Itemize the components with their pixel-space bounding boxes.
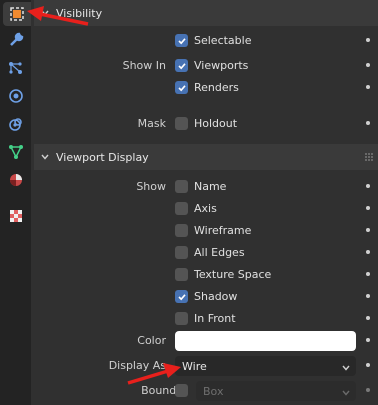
chevron-down-icon [341,387,351,400]
chevron-down-icon [341,362,351,375]
animate-property-dot[interactable] [366,388,370,392]
wireframe-label: Wireframe [194,224,252,237]
animate-property-dot[interactable] [366,206,370,210]
animate-property-dot[interactable] [366,85,370,89]
show-in-label: Show In [122,59,166,72]
renders-checkbox[interactable] [175,81,188,94]
animate-property-dot[interactable] [366,250,370,254]
chevron-down-icon [34,144,56,170]
tab-texture[interactable] [3,204,29,228]
show-all-edges-row: All Edges [34,243,378,263]
display-as-row: Display As Wire [34,356,378,376]
animate-property-dot[interactable] [366,338,370,342]
drag-grip-icon[interactable] [364,152,374,162]
object-icon [9,6,25,22]
animate-property-dot[interactable] [366,38,370,42]
show-shadow-row: Shadow [34,287,378,307]
shadow-checkbox[interactable] [175,290,188,303]
show-label: Show [136,180,166,193]
animate-property-dot[interactable] [366,316,370,320]
viewport-display-title: Viewport Display [56,150,149,164]
tab-physics[interactable] [3,84,29,108]
tab-modifiers[interactable] [3,28,29,52]
animate-property-dot[interactable] [366,294,370,298]
viewport-display-panel-header[interactable]: Viewport Display [34,144,378,170]
wrench-icon [8,32,24,48]
display-as-label: Display As [108,359,166,372]
holdout-row: Mask Holdout [34,114,378,134]
tab-data[interactable] [3,140,29,164]
renders-label: Renders [194,81,239,94]
show-axis-row: Axis [34,199,378,219]
renders-row: Renders [34,78,378,98]
selectable-row: Selectable [34,31,378,51]
selectable-checkbox[interactable] [175,34,188,47]
display-as-value: Wire [182,359,207,373]
viewports-checkbox[interactable] [175,59,188,72]
visibility-panel-header[interactable]: Visibility [34,0,378,26]
animate-property-dot[interactable] [366,272,370,276]
chevron-down-icon [34,0,56,26]
tab-material[interactable] [3,168,29,192]
visibility-title: Visibility [56,6,103,20]
selectable-label: Selectable [194,34,252,47]
constraints-icon [8,116,24,132]
display-as-dropdown[interactable]: Wire [175,356,356,376]
texture-space-checkbox[interactable] [175,268,188,281]
tab-particles[interactable] [3,56,29,80]
texture-space-label: Texture Space [194,268,272,281]
holdout-label: Holdout [194,117,238,130]
axis-label: Axis [194,202,217,215]
all-edges-checkbox[interactable] [175,246,188,259]
material-icon [8,172,24,188]
particles-icon [8,60,24,76]
animate-property-dot[interactable] [366,184,370,188]
object-properties-panel: Visibility Selectable Show In Viewports … [31,0,378,405]
viewports-label: Viewports [194,59,249,72]
animate-property-dot[interactable] [366,363,370,367]
all-edges-label: All Edges [194,246,245,259]
color-label: Color [137,334,166,347]
bounds-checkbox[interactable] [175,384,188,397]
bounds-type-dropdown[interactable]: Box [196,381,356,401]
color-swatch-field[interactable] [175,331,356,351]
properties-tab-sidebar [0,0,31,405]
animate-property-dot[interactable] [366,228,370,232]
axis-checkbox[interactable] [175,202,188,215]
animate-property-dot[interactable] [366,121,370,125]
animate-property-dot[interactable] [366,63,370,67]
show-name-row: Show Name [34,177,378,197]
bounds-row: Bounds Box [34,381,378,401]
in-front-checkbox[interactable] [175,312,188,325]
physics-icon [8,88,24,104]
tab-object[interactable] [3,2,31,26]
viewports-row: Show In Viewports [34,56,378,76]
show-in-front-row: In Front [34,309,378,329]
mask-label: Mask [137,117,166,130]
show-wireframe-row: Wireframe [34,221,378,241]
name-label: Name [194,180,227,193]
show-texture-space-row: Texture Space [34,265,378,285]
vertex-data-icon [8,144,24,160]
bounds-type-value: Box [203,384,224,398]
wireframe-checkbox[interactable] [175,224,188,237]
shadow-label: Shadow [194,290,238,303]
color-row: Color [34,331,378,351]
in-front-label: In Front [194,312,236,325]
name-checkbox[interactable] [175,180,188,193]
tab-constraints[interactable] [3,112,29,136]
holdout-checkbox[interactable] [175,117,188,130]
texture-checker-icon [8,208,24,224]
